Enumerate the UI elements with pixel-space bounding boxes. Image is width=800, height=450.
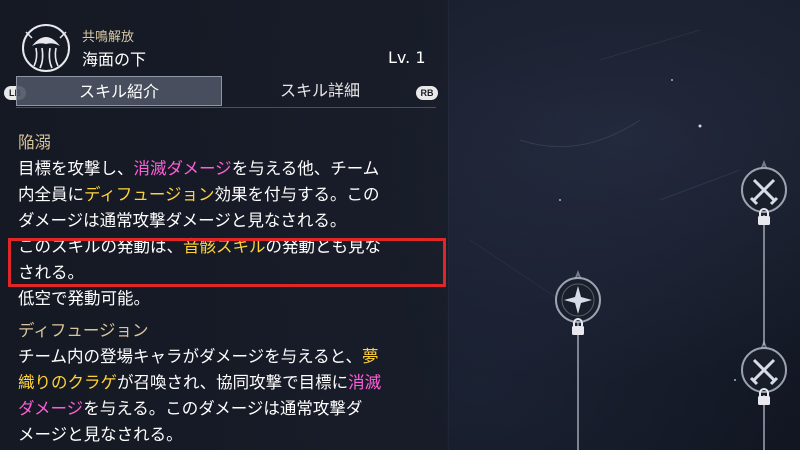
heading-diffusion: ディフュージョン xyxy=(18,321,149,340)
crossed-swords-icon xyxy=(741,160,787,213)
keyword-annihilation-damage: 消滅ダメージ xyxy=(133,159,232,178)
jellyfish-emblem-icon xyxy=(22,24,70,72)
skill-node-compass[interactable] xyxy=(548,268,608,338)
compass-star-icon xyxy=(555,270,601,323)
skill-level: Lv. 1 xyxy=(388,48,426,67)
keyword-diffusion: ディフュージョン xyxy=(84,185,215,204)
text: チーム内の登場キャラがダメージを与えると、 xyxy=(18,347,363,366)
heading-drown: 陥溺 xyxy=(18,133,51,152)
text: 目標を攻撃し、 xyxy=(18,159,134,178)
skill-description: 陥溺 目標を攻撃し、消滅ダメージを与える他、チーム 内全員にディフュージョン効果… xyxy=(18,130,440,448)
game-screen: 共鳴解放 海面の下 Lv. 1 LB スキル紹介 スキル詳細 RB 陥溺 目標を… xyxy=(0,0,800,450)
tab-divider xyxy=(16,107,436,108)
rb-button-hint[interactable]: RB xyxy=(416,86,438,100)
tab-skill-intro[interactable]: スキル紹介 xyxy=(16,76,222,106)
tab-skill-details[interactable]: スキル詳細 xyxy=(224,76,416,106)
skill-node-upper[interactable] xyxy=(734,158,794,228)
text: が召喚され、協同攻撃で目標に xyxy=(117,373,349,392)
crossed-swords-icon xyxy=(741,340,787,393)
highlight-annotation-box xyxy=(8,238,446,287)
tab-bar: LB スキル紹介 スキル詳細 RB xyxy=(0,76,448,108)
section-tag: 共鳴解放 xyxy=(82,30,135,45)
description-paragraph-1: 目標を攻撃し、消滅ダメージを与える他、チーム 内全員にディフュージョン効果を付与… xyxy=(18,156,440,234)
skill-node-lower[interactable] xyxy=(734,338,794,408)
description-paragraph-3: 低空で発動可能。 xyxy=(18,289,150,308)
skill-info-panel: 共鳴解放 海面の下 Lv. 1 LB スキル紹介 スキル詳細 RB 陥溺 目標を… xyxy=(0,0,448,450)
skill-name: 海面の下 xyxy=(82,50,147,69)
description-paragraph-4: チーム内の登場キャラがダメージを与えると、夢 織りのクラゲが召喚され、協同攻撃で… xyxy=(18,344,440,448)
